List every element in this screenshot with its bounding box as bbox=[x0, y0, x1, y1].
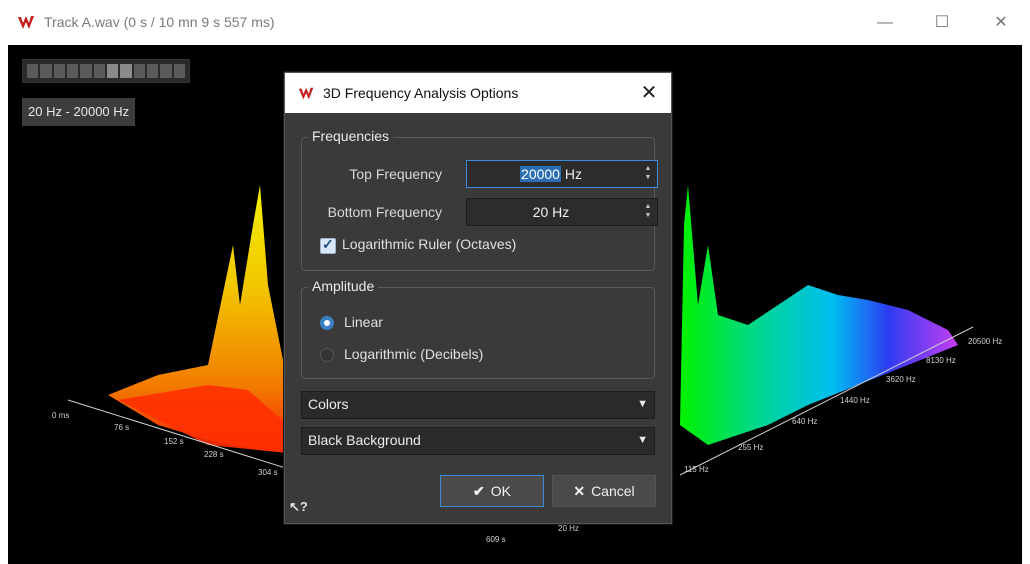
spectrum-high-band bbox=[680, 185, 958, 445]
top-frequency-unit: Hz bbox=[560, 166, 582, 182]
frequency-analysis-options-dialog: 3D Frequency Analysis Options ✕ Frequenc… bbox=[284, 72, 672, 524]
freq-axis-tick: 115 Hz bbox=[684, 465, 709, 474]
bottom-frequency-label: Bottom Frequency bbox=[327, 204, 442, 220]
checkmark-icon: ✓ bbox=[322, 236, 334, 252]
frequencies-group-title: Frequencies bbox=[308, 128, 394, 144]
frequencies-group: Frequencies Top Frequency 20000 Hz ▲ ▼ Bo… bbox=[301, 128, 658, 271]
time-axis-tick: 609 s bbox=[486, 535, 506, 544]
minimize-button[interactable]: — bbox=[870, 10, 900, 36]
top-frequency-value: 20000 bbox=[520, 166, 561, 182]
cancel-button-label: Cancel bbox=[591, 483, 635, 499]
freq-axis-tick: 8130 Hz bbox=[926, 356, 956, 365]
freq-axis-tick: 255 Hz bbox=[738, 443, 764, 452]
log-ruler-checkbox[interactable]: ✓ bbox=[320, 236, 336, 254]
level-meter bbox=[22, 59, 190, 83]
freq-axis-tick: 3620 Hz bbox=[886, 375, 916, 384]
freq-axis-tick: 20500 Hz bbox=[968, 337, 1003, 346]
bottom-frequency-value: 20 Hz bbox=[532, 204, 570, 220]
window-title-bar: Track A.wav (0 s / 10 mn 9 s 557 ms) — ☐… bbox=[0, 0, 1030, 45]
frequency-range-label: 20 Hz - 20000 Hz bbox=[22, 98, 136, 126]
top-frequency-input[interactable]: 20000 Hz ▲ ▼ bbox=[466, 160, 658, 188]
ok-button[interactable]: ✔ OK bbox=[440, 475, 544, 507]
maximize-button[interactable]: ☐ bbox=[927, 10, 957, 36]
wavelab-logo-icon bbox=[298, 87, 314, 100]
dropdown-arrow-icon: ▼ bbox=[637, 434, 648, 446]
time-axis-tick: 76 s bbox=[114, 423, 130, 432]
background-select[interactable]: Black Background ▼ bbox=[301, 427, 655, 455]
time-axis-tick: 0 ms bbox=[52, 411, 70, 420]
cancel-button[interactable]: ✕ Cancel bbox=[552, 475, 656, 507]
freq-axis-tick: 640 Hz bbox=[792, 417, 818, 426]
window-title: Track A.wav (0 s / 10 mn 9 s 557 ms) bbox=[44, 14, 275, 30]
linear-radio-label[interactable]: Linear bbox=[344, 314, 383, 330]
logarithmic-radio[interactable] bbox=[320, 348, 334, 362]
linear-radio[interactable] bbox=[320, 316, 334, 330]
ok-button-label: OK bbox=[490, 483, 511, 499]
cancel-x-icon: ✕ bbox=[573, 483, 586, 499]
colors-select[interactable]: Colors ▼ bbox=[301, 391, 655, 419]
freq-axis-tick: 20 Hz bbox=[558, 524, 579, 533]
close-button[interactable]: ✕ bbox=[986, 10, 1016, 36]
freq-axis-tick: 1440 Hz bbox=[840, 396, 870, 405]
spin-arrows-icon[interactable]: ▲ ▼ bbox=[643, 164, 653, 182]
colors-select-value: Colors bbox=[308, 396, 349, 412]
amplitude-group-title: Amplitude bbox=[308, 278, 379, 294]
amplitude-group: Amplitude Linear Logarithmic (Decibels) bbox=[301, 278, 655, 379]
help-pointer-icon[interactable]: ↖? bbox=[289, 499, 308, 515]
dialog-title: 3D Frequency Analysis Options bbox=[323, 85, 519, 101]
top-frequency-label: Top Frequency bbox=[349, 166, 442, 182]
time-axis-tick: 228 s bbox=[204, 450, 224, 459]
spin-arrows-icon[interactable]: ▲ ▼ bbox=[643, 202, 653, 220]
bottom-frequency-input[interactable]: 20 Hz ▲ ▼ bbox=[466, 198, 658, 226]
wavelab-logo-icon bbox=[18, 16, 34, 29]
logarithmic-radio-label[interactable]: Logarithmic (Decibels) bbox=[344, 346, 483, 362]
dialog-close-button[interactable]: ✕ bbox=[635, 79, 663, 107]
dialog-title-bar: 3D Frequency Analysis Options ✕ bbox=[285, 73, 671, 113]
background-select-value: Black Background bbox=[308, 432, 421, 448]
time-axis-tick: 152 s bbox=[164, 437, 184, 446]
checkmark-icon: ✔ bbox=[473, 483, 485, 499]
dropdown-arrow-icon: ▼ bbox=[637, 398, 648, 410]
log-ruler-label[interactable]: Logarithmic Ruler (Octaves) bbox=[342, 236, 516, 252]
time-axis-tick: 304 s bbox=[258, 468, 278, 477]
